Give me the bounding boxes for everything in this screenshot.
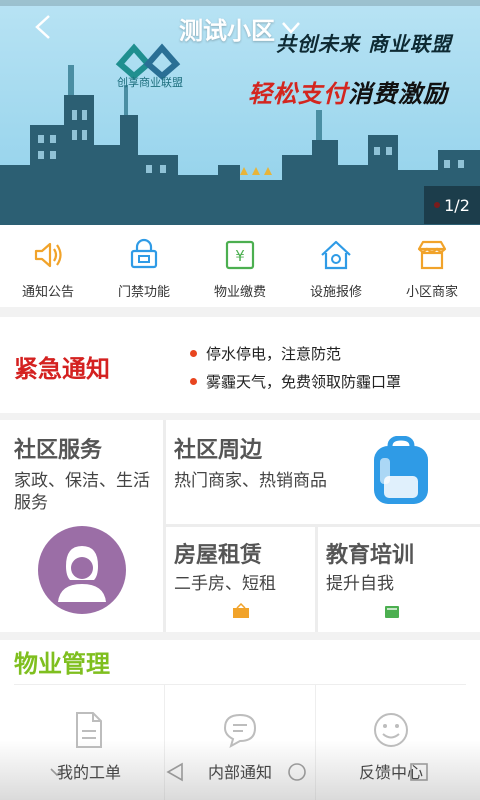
card-education[interactable]: 教育培训 提升自我 [318,527,480,632]
book-icon [385,606,399,618]
promo-banner[interactable]: 测试小区 创享商业联盟 共创未来 商业联盟 轻松支付消费激励 1/2 [0,0,480,225]
quick-nav-label: 物业缴费 [213,285,266,300]
chat-bubble-icon [223,713,257,749]
card-title: 房屋租赁 [174,543,263,568]
nav-back-icon[interactable] [164,761,186,783]
yen-bill-icon: ¥ [225,240,255,270]
notice-title: 紧急通知 [14,355,110,383]
quick-nav-label: 门禁功能 [117,285,170,300]
quick-nav-notice[interactable]: 通知公告 [0,225,96,307]
card-title: 社区周边 [174,438,263,463]
quick-nav-repair[interactable]: 设施报修 [288,225,384,307]
slogan-rest: 消费激励 [348,80,448,108]
notice-text: 停水停电，注意防范 [206,344,342,363]
slogan-highlight: 轻松支付 [248,80,348,108]
quick-nav-access[interactable]: 门禁功能 [96,225,192,307]
hide-keyboard-icon[interactable] [50,767,64,777]
banner-pager: 1/2 [424,186,480,224]
quick-nav-merchants[interactable]: 小区商家 [384,225,480,307]
banner-slogan-2: 轻松支付消费激励 [248,74,448,109]
bullet-dot [190,349,197,357]
card-community-service[interactable]: 社区服务 家政、保洁、生活服务 [0,420,163,632]
section-title: 物业管理 [14,650,110,678]
door-lock-icon [130,238,158,269]
system-nav-bar [0,752,480,792]
quick-nav-payment[interactable]: ¥ 物业缴费 [192,225,288,307]
card-rental[interactable]: 房屋租赁 二手房、短租 [166,527,315,632]
notice-text: 雾霾天气，免费领取防霾口罩 [206,372,402,391]
notice-item[interactable]: 雾霾天气，免费领取防霾口罩 [190,367,401,395]
rent-sign-icon [233,603,249,618]
card-title: 社区服务 [14,438,103,463]
bullet-dot [190,377,197,385]
quick-nav: 通知公告 门禁功能 ¥ 物业缴费 设施报修 小区商家 [0,225,480,307]
svg-text:¥: ¥ [235,247,245,265]
avatar-icon [38,526,126,614]
status-bar [0,0,480,6]
card-subtitle: 提升自我 [326,574,394,594]
back-arrow-icon [35,15,50,39]
document-icon [76,712,102,748]
nav-home-icon[interactable] [286,761,308,783]
quick-nav-label: 小区商家 [405,285,458,300]
backpack-icon [374,436,428,504]
pager-text: 1/2 [444,195,470,215]
smiley-icon [374,713,408,747]
shop-icon [417,240,447,270]
quick-nav-label: 通知公告 [21,285,74,300]
page-title: 测试小区 [179,16,275,45]
notice-item[interactable]: 停水停电，注意防范 [190,339,401,367]
services-grid: 社区服务 家政、保洁、生活服务 社区周边 热门商家、热销商品 房屋租赁 二手房、… [0,420,480,632]
logo-text: 创享商业联盟 [117,76,183,89]
pager-dot [434,202,441,208]
nav-recents-icon[interactable] [408,761,430,783]
card-nearby[interactable]: 社区周边 热门商家、热销商品 [166,420,480,524]
speaker-icon [34,242,62,268]
card-subtitle: 热门商家、热销商品 [174,471,327,491]
card-subtitle: 家政、保洁、生活服务 [14,471,150,513]
banner-slogan-1: 共创未来 商业联盟 [276,32,452,56]
house-wrench-icon [321,240,351,270]
notice-list: 停水停电，注意防范 雾霾天气，免费领取防霾口罩 [190,339,401,395]
quick-nav-label: 设施报修 [309,285,362,300]
card-title: 教育培训 [326,543,415,568]
emergency-notice[interactable]: 紧急通知 停水停电，注意防范 雾霾天气，免费领取防霾口罩 [0,317,480,413]
card-subtitle: 二手房、短租 [174,574,276,594]
back-button[interactable] [26,10,60,44]
